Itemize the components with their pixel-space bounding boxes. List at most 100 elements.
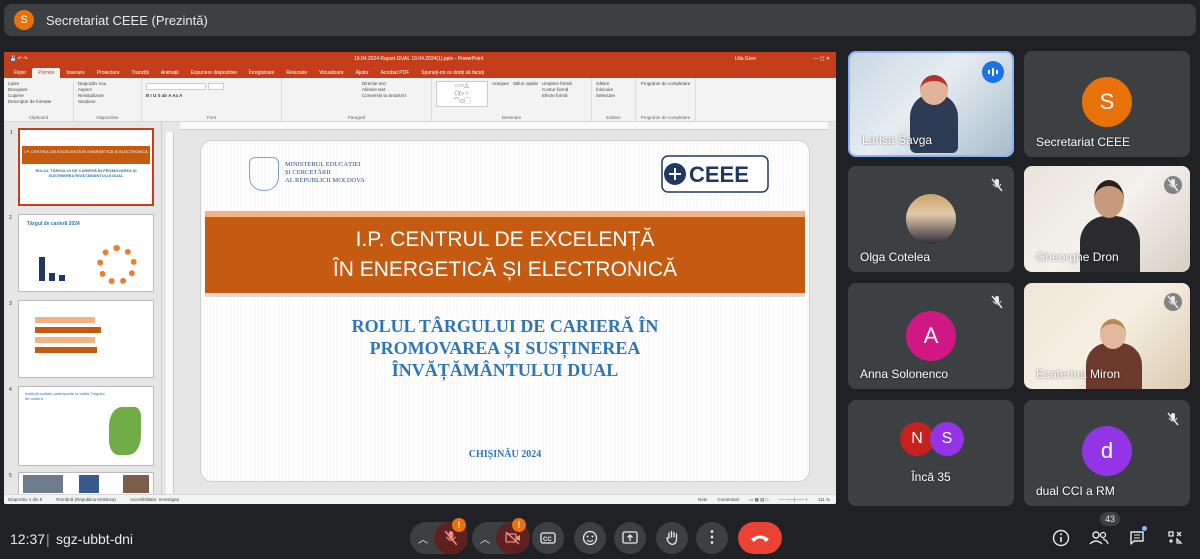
- mic-options-chevron-icon[interactable]: ︿: [418, 531, 428, 546]
- new-slide-button[interactable]: Diapozitiv nou: [78, 81, 137, 86]
- quick-access-icons[interactable]: 💾 ↶ ↷: [10, 56, 27, 62]
- powerpoint-body: 1 I.P. CENTRUL DE EXCELENȚĂ ÎN ENERGETIC…: [4, 122, 836, 496]
- tab-animations[interactable]: Animații: [155, 68, 185, 78]
- present-button[interactable]: [614, 522, 646, 554]
- arrange-button[interactable]: Aranjare: [492, 81, 509, 107]
- font-size-select[interactable]: [208, 83, 224, 90]
- thumbnail-number: 4: [9, 387, 12, 393]
- reactions-button[interactable]: [574, 522, 606, 554]
- group-label: Font: [206, 115, 216, 120]
- reset-button[interactable]: Reinițializare: [78, 93, 137, 98]
- slide-thumbnail[interactable]: 3: [9, 300, 154, 378]
- tab-transitions[interactable]: Tranziții: [126, 68, 155, 78]
- thumb-row: [35, 327, 101, 333]
- tab-acrobat[interactable]: Acrobat PDF: [375, 68, 416, 78]
- tab-view[interactable]: Vizualizare: [313, 68, 349, 78]
- chat-button[interactable]: [1126, 526, 1148, 549]
- tab-review[interactable]: Revizuire: [280, 68, 313, 78]
- replace-button[interactable]: Înlocuire: [596, 87, 631, 92]
- format-painter-button[interactable]: Descriptor de formate: [8, 99, 69, 104]
- shapes-gallery[interactable]: ▭○△ ⬠▷☆ ⌒⬭▢: [436, 81, 488, 107]
- language-status[interactable]: Română (Republica Moldova): [56, 497, 116, 502]
- participant-tile[interactable]: S Secretariat CEEE: [1024, 51, 1190, 157]
- copy-button[interactable]: Copiere: [8, 93, 69, 98]
- slide-thumbnails-pane: 1 I.P. CENTRUL DE EXCELENȚĂ ÎN ENERGETIC…: [4, 122, 162, 496]
- current-slide[interactable]: MINISTERUL EDUCAȚIEI ȘI CERCETĂRII AL RE…: [200, 140, 810, 482]
- align-text-button[interactable]: Aliniere text: [362, 87, 427, 92]
- notes-button[interactable]: Note: [698, 497, 708, 503]
- addins-button[interactable]: Programe de completare: [640, 81, 691, 86]
- tab-insert[interactable]: Inserare: [60, 68, 90, 78]
- zoom-slider[interactable]: — ——|—— +: [779, 497, 808, 503]
- tab-home[interactable]: Pornire: [32, 68, 61, 78]
- powerpoint-statusbar: Diapozitiv 1 din 9 Română (Republica Mol…: [4, 494, 836, 504]
- tab-design[interactable]: Proiectare: [91, 68, 126, 78]
- section-button[interactable]: Secțiune: [78, 99, 137, 104]
- others-tile[interactable]: N S Încă 35: [848, 400, 1014, 506]
- select-button[interactable]: Selectare: [596, 93, 631, 98]
- captions-button[interactable]: CC: [532, 522, 564, 554]
- ribbon-group-editing: Găsire Înlocuire Selectare Editare: [592, 78, 636, 121]
- group-label: Clipboard: [28, 115, 49, 120]
- view-buttons[interactable]: ▭ ▦ ▤ ▷: [749, 497, 769, 503]
- layout-button[interactable]: Aspect: [78, 87, 137, 92]
- slide-thumbnail[interactable]: 2 Târgul de carieră 2024: [9, 214, 154, 292]
- tab-record[interactable]: Înregistrare: [243, 68, 280, 78]
- slide-thumbnail[interactable]: 5: [9, 472, 154, 496]
- participant-tile[interactable]: Olga Cotelea: [848, 166, 1014, 272]
- shape-fill-button[interactable]: Umplere formă: [542, 81, 572, 86]
- slide-city-year: CHIȘINĂU 2024: [468, 449, 542, 460]
- paste-button[interactable]: Lipire: [8, 81, 69, 86]
- captions-icon: CC: [540, 532, 556, 544]
- smartart-button[interactable]: Conversie la SmartArt: [362, 93, 427, 98]
- powerpoint-user[interactable]: Lilia Gore: [735, 56, 756, 62]
- presenter-avatar: S: [14, 10, 34, 30]
- activities-button[interactable]: [1164, 527, 1186, 549]
- find-button[interactable]: Găsire: [596, 81, 631, 86]
- camera-options-chevron-icon[interactable]: ︿: [480, 531, 490, 546]
- participant-name: Larisa Savga: [862, 133, 933, 147]
- slide-counter: Diapozitiv 1 din 9: [8, 497, 43, 502]
- powerpoint-titlebar: 💾 ↶ ↷ 19.04.2024 Raport DUAL 19.04.2024(…: [4, 52, 836, 66]
- font-format-buttons[interactable]: B I U S ab A Aa A: [146, 93, 277, 98]
- participant-tile[interactable]: d dual CCI a RM: [1024, 400, 1190, 506]
- slide-editor: MINISTERUL EDUCAȚIEI ȘI CERCETĂRII AL RE…: [166, 122, 836, 494]
- thumb-row: [35, 337, 95, 343]
- font-name-select[interactable]: [146, 83, 206, 90]
- participant-tile[interactable]: Gheorghe Dron: [1024, 166, 1190, 272]
- thumb-bar: [39, 257, 45, 281]
- tab-help[interactable]: Ajutor: [350, 68, 375, 78]
- cut-button[interactable]: Decupare: [8, 87, 69, 92]
- leave-call-button[interactable]: [738, 522, 782, 554]
- slide-thumbnail[interactable]: 4 Instituții invitate participante la ed…: [9, 386, 154, 466]
- tab-slideshow[interactable]: Expunere diapozitive: [185, 68, 243, 78]
- ministry-line: ȘI CERCETĂRII: [285, 169, 331, 176]
- thumb-bar: [59, 275, 65, 281]
- thumb-row: [35, 317, 95, 323]
- comments-button[interactable]: Comentarii: [717, 497, 739, 503]
- accessibility-status[interactable]: Accesibilitate: Investigați: [130, 497, 179, 502]
- meeting-details-button[interactable]: [1050, 527, 1072, 549]
- text-direction-button[interactable]: Direcție text: [362, 81, 427, 86]
- mic-off-icon: [1164, 293, 1182, 311]
- tell-me-search[interactable]: Spuneți-mi ce doriți să faceți: [415, 68, 490, 78]
- quick-styles-button[interactable]: Stiluri rapide: [513, 81, 538, 107]
- people-button[interactable]: [1088, 527, 1110, 549]
- ribbon-tabs: Fișier Pornire Inserare Proiectare Tranz…: [4, 66, 836, 78]
- shape-effects-button[interactable]: Efecte formă: [542, 93, 572, 98]
- mic-warning-badge: !: [452, 518, 466, 532]
- camera-control-group: ︿ !: [472, 518, 530, 554]
- tab-file[interactable]: Fișier: [8, 68, 32, 78]
- thumbnail-number: 3: [9, 301, 12, 307]
- more-options-button[interactable]: ⋮: [696, 522, 728, 554]
- participant-tile[interactable]: Larisa Savga: [848, 51, 1014, 157]
- participant-tile[interactable]: Ecaterina Miron: [1024, 283, 1190, 389]
- slide-thumbnail[interactable]: 1 I.P. CENTRUL DE EXCELENȚĂ ÎN ENERGETIC…: [10, 128, 154, 206]
- present-screen-icon: [622, 531, 638, 544]
- shape-outline-button[interactable]: Contur formă: [542, 87, 572, 92]
- zoom-level[interactable]: 111 %: [818, 497, 830, 503]
- raise-hand-button[interactable]: [656, 522, 688, 554]
- ministry-line: MINISTERUL EDUCAȚIEI: [285, 161, 361, 168]
- window-controls[interactable]: — ▢ ✕: [813, 56, 830, 62]
- participant-tile[interactable]: A Anna Solonenco: [848, 283, 1014, 389]
